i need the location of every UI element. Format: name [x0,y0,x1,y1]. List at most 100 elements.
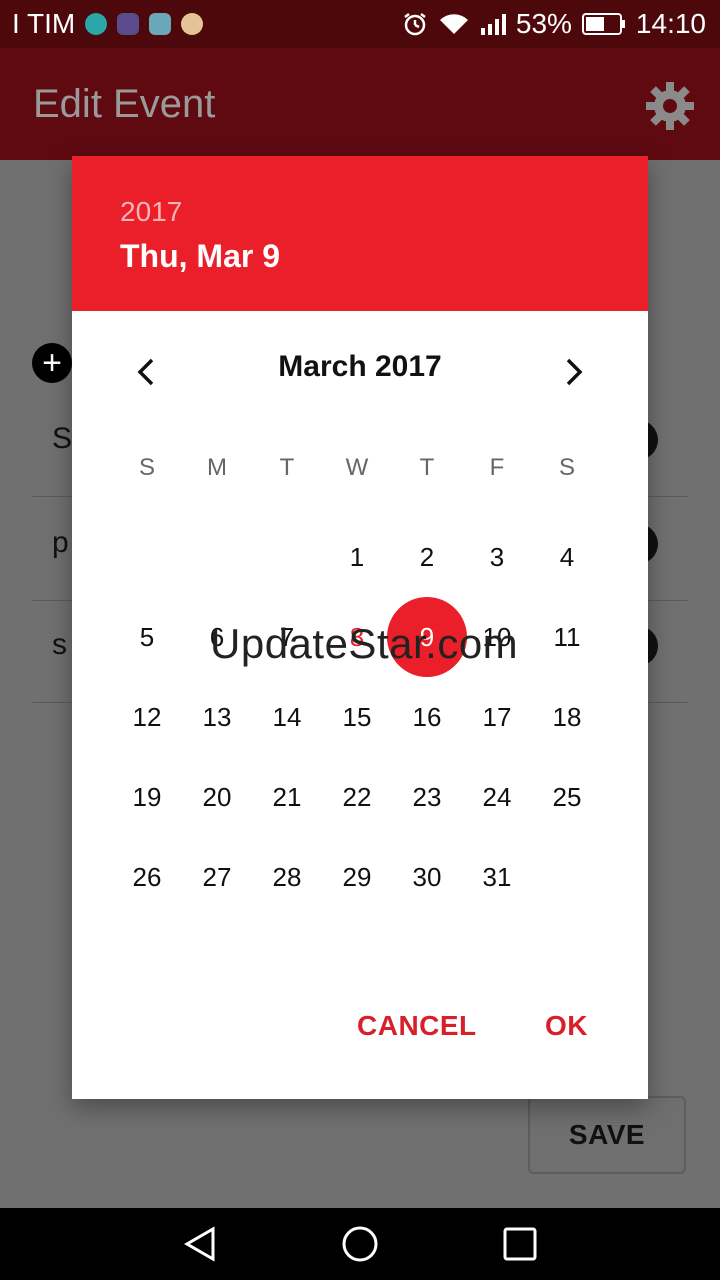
carrier-label: I TIM [12,8,76,39]
calendar-day[interactable]: 17 [462,677,532,757]
calendar-day-number: 12 [132,701,162,732]
calendar-day-number: 4 [559,541,575,572]
weekday-label: T [279,454,295,481]
calendar-day[interactable]: 10 [462,597,532,677]
calendar-day[interactable]: 7 [252,597,322,677]
calendar-day[interactable]: 14 [252,677,322,757]
calendar-day-number: 31 [482,861,512,892]
calendar-day-number: 3 [489,541,505,572]
wifi-icon [439,14,468,34]
calendar-day[interactable]: 3 [462,517,532,597]
calendar-day[interactable]: 6 [182,597,252,677]
gear-icon[interactable] [644,80,696,132]
date-picker-header: 2017 Thu, Mar 9 [72,156,648,311]
calendar-day-number: 25 [552,781,582,812]
calendar-day[interactable]: 23 [392,757,462,837]
navigation-bar [0,1208,720,1280]
calendar-day[interactable]: 12 [112,677,182,757]
calendar-day[interactable]: 11 [532,597,602,677]
calendar-day-number: 27 [202,861,232,892]
calendar-day-number: 13 [202,701,232,732]
calendar-day-number: 22 [342,781,372,812]
calendar-day[interactable]: 5 [112,597,182,677]
selected-date[interactable]: Thu, Mar 9 [120,238,280,275]
selected-year[interactable]: 2017 [120,196,182,228]
calendar-day-number: 15 [342,701,372,732]
calendar-day-number: 24 [482,781,512,812]
calendar-blank [182,517,252,597]
alarm-icon [404,13,426,36]
calendar-day[interactable]: 9 [387,597,467,677]
calendar-day-number: 5 [139,621,155,652]
calendar-day-number: 17 [482,701,512,732]
form-row-text: p [52,526,69,559]
calendar-day[interactable]: 8 [322,597,392,677]
save-button[interactable]: SAVE [528,1096,686,1174]
next-month-button[interactable] [550,348,596,394]
calendar-day[interactable]: 18 [532,677,602,757]
battery-icon [581,13,625,35]
calendar-day[interactable]: 20 [182,757,252,837]
calendar-day-number: 23 [412,781,442,812]
status-bar-right: 53% 14:10 [402,8,706,40]
calendar-blank [252,517,322,597]
calendar-day-number: 8 [349,621,365,652]
calendar-day-number: 28 [272,861,302,892]
health-notification-icon [117,13,140,35]
avatar-notification-icon [181,13,204,35]
cancel-button[interactable]: CANCEL [351,1009,483,1043]
form-row-text: s [52,628,67,661]
calendar-day[interactable]: 27 [182,837,252,917]
calendar-day[interactable]: 30 [392,837,462,917]
calendar-day-number: 29 [342,861,372,892]
calendar-day[interactable]: 25 [532,757,602,837]
calendar-day[interactable]: 31 [462,837,532,917]
gallery-notification-icon [149,13,172,35]
status-bar: I TIM 53% 14:10 [0,0,720,48]
calendar-day[interactable]: 22 [322,757,392,837]
weekday-label: T [419,454,435,481]
page-title: Edit Event [33,82,216,126]
calendar-day-number: 18 [552,701,582,732]
calendar-day-number: 7 [279,621,295,652]
calendar-day[interactable]: 13 [182,677,252,757]
status-bar-left: I TIM [12,8,204,40]
calendar-day-number: 9 [419,621,435,652]
weekday-label: S [138,454,155,481]
add-icon[interactable]: + [32,343,72,383]
back-icon[interactable] [180,1224,220,1264]
calendar-day-number: 6 [209,621,225,652]
calendar-day-number: 30 [412,861,442,892]
calendar-day[interactable]: 26 [112,837,182,917]
home-icon[interactable] [340,1224,380,1264]
chevron-right-icon [566,358,583,386]
calendar-day-number: 1 [349,541,365,572]
battery-percent: 53% [515,8,572,39]
weekday-label: W [345,454,369,481]
calendar-day[interactable]: 28 [252,837,322,917]
dialog-actions: CANCEL OK [72,1009,648,1059]
recents-icon[interactable] [500,1224,540,1264]
ok-button[interactable]: OK [539,1009,594,1043]
calendar-day[interactable]: 15 [322,677,392,757]
whatsapp-notification-icon [85,13,108,35]
weekday-header: S M T W T F S [112,454,612,494]
calendar-day-number: 10 [482,621,512,652]
month-navigation: March 2017 [72,342,648,402]
form-row-text: S [52,422,73,455]
calendar-day[interactable]: 4 [532,517,602,597]
calendar-day[interactable]: 2 [392,517,462,597]
calendar-day[interactable]: 24 [462,757,532,837]
weekday-label: S [558,454,575,481]
calendar-day-number: 19 [132,781,162,812]
calendar-day-number: 14 [272,701,302,732]
app-bar: Edit Event [0,48,720,160]
calendar-day[interactable]: 1 [322,517,392,597]
calendar-day[interactable]: 16 [392,677,462,757]
calendar-day[interactable]: 29 [322,837,392,917]
calendar-day[interactable]: 19 [112,757,182,837]
calendar-day-number: 2 [419,541,435,572]
calendar-day[interactable]: 21 [252,757,322,837]
calendar-grid: 1 2 3 4 5 6 7 8 9 10 11 12 13 14 15 16 17 18 19 20 21 22 23 24 2… [112,517,612,917]
clock: 14:10 [635,8,706,39]
